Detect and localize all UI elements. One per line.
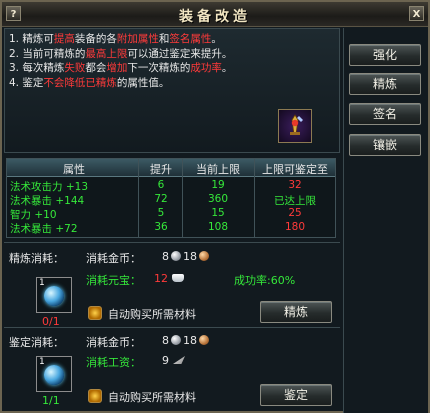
gold-cost-value: 8 18: [162, 250, 211, 263]
row-increase: 6: [157, 179, 165, 191]
refine-material-slot[interactable]: 1: [36, 277, 72, 313]
title-bar[interactable]: ? 装备改造 X: [2, 2, 428, 27]
refine-auto-buy-checkbox[interactable]: [88, 306, 102, 320]
appraise-cost-label: 鉴定消耗：: [9, 336, 64, 349]
tip-line: 2. 当前可精炼的最高上限可以通过鉴定来提升。: [9, 47, 232, 62]
tip-text: 附加属性: [116, 33, 159, 45]
copper-amount: 18: [183, 250, 197, 263]
tip-text: 成功率: [190, 62, 222, 74]
tip-text: 下一次精炼的: [127, 62, 191, 74]
yuanbao-cost-value: 12: [154, 272, 184, 285]
tip-text: 的属性值。: [116, 76, 170, 89]
silver-coin-icon: [171, 251, 181, 261]
appraise-material-count: 1/1: [42, 394, 60, 407]
wage-cost-label: 消耗工资：: [86, 356, 141, 369]
row-appraise-max: 32: [288, 179, 302, 191]
appraise-auto-buy-checkbox[interactable]: [88, 389, 102, 403]
silver-amount: 8: [162, 334, 169, 347]
equipment-modify-window: ? 装备改造 X 1. 精炼可提高装备的各附加属性和签名属性。 2. 当前可精炼的…: [0, 0, 430, 413]
tip-text: 3. 每次精炼: [9, 62, 65, 74]
appraise-section: 鉴定消耗： 1 1/1 消耗金币： 8 18 消耗工资： 9 自动购买所需材料 鉴…: [4, 327, 340, 411]
tab-inlay[interactable]: 镶嵌: [349, 134, 421, 156]
gold-cost-label: 消耗金币：: [86, 252, 141, 265]
refine-section: 精炼消耗： 1 0/1 消耗金币： 8 18 消耗元宝： 12 成功率:60% 自…: [4, 242, 340, 328]
gold-cost-value: 8 18: [162, 334, 211, 347]
silver-coin-icon: [171, 335, 181, 345]
tip-text: 增加: [106, 62, 128, 74]
row-increase: 72: [154, 193, 168, 205]
refine-cost-label: 精炼消耗：: [9, 252, 64, 265]
row-current-cap: 108: [207, 221, 229, 233]
row-increase: 36: [154, 221, 168, 233]
tips-list: 1. 精炼可提高装备的各附加属性和签名属性。 2. 当前可精炼的最高上限可以通过鉴…: [9, 32, 232, 90]
close-button[interactable]: X: [409, 6, 424, 21]
row-appraise-max: 180: [284, 221, 306, 233]
appraise-auto-buy-label: 自动购买所需材料: [108, 391, 196, 404]
tab-strengthen[interactable]: 强化: [349, 44, 421, 66]
appraise-material-slot[interactable]: 1: [36, 356, 72, 392]
window-title: 装备改造: [179, 9, 251, 25]
tip-text: 装备的各: [74, 33, 117, 45]
row-current-cap: 15: [211, 207, 225, 219]
header-increase: 提升: [150, 163, 172, 176]
tab-refine[interactable]: 精炼: [349, 73, 421, 95]
equipment-item-slot[interactable]: [278, 109, 312, 143]
wage-cost-value: 9: [162, 354, 185, 367]
tip-text: 都会: [85, 62, 107, 74]
refine-stone-icon: [44, 286, 64, 306]
tip-text: 。: [211, 33, 222, 45]
row-increase: 5: [157, 207, 165, 219]
slot-number: 1: [39, 278, 45, 288]
tip-text: 最高上限: [85, 47, 128, 60]
yuanbao-cost-label: 消耗元宝：: [86, 274, 141, 287]
wage-icon: [173, 356, 185, 364]
refine-button[interactable]: 精炼: [260, 301, 332, 323]
tip-line: 3. 每次精炼失败都会增加下一次精炼的成功率。: [9, 61, 232, 76]
yuanbao-icon: [172, 274, 184, 282]
row-current-cap: 360: [207, 193, 229, 205]
row-current-cap: 19: [211, 179, 225, 191]
appraise-button[interactable]: 鉴定: [260, 384, 332, 406]
slot-number: 1: [39, 357, 45, 367]
header-appraise-max: 上限可鉴定至: [262, 163, 328, 176]
tip-text: 失败: [64, 62, 86, 74]
tip-line: 4. 鉴定不会降低已精炼的属性值。: [9, 76, 232, 91]
wage-amount: 9: [162, 354, 169, 367]
table-row[interactable]: 法术暴击 +144 72 360 已达上限: [7, 192, 335, 207]
tip-text: 和: [158, 33, 170, 45]
weapon-icon: [290, 114, 303, 135]
attribute-table: 属性 提升 当前上限 上限可鉴定至 法术攻击力 +13 6 19 32 法术暴击…: [6, 158, 336, 238]
tip-text: 。: [221, 62, 233, 74]
tip-text: 签名属性: [169, 33, 212, 45]
copper-coin-icon: [199, 251, 209, 261]
tip-text: 不会降低已精炼: [43, 76, 117, 89]
table-header: 属性 提升 当前上限 上限可鉴定至: [7, 159, 335, 177]
header-attribute: 属性: [63, 163, 85, 176]
tip-text: 1. 精炼可: [9, 33, 54, 45]
tip-text: 提高: [53, 33, 75, 45]
copper-amount: 18: [183, 334, 197, 347]
refine-auto-buy-label: 自动购买所需材料: [108, 308, 196, 321]
tip-text: 2. 当前可精炼的: [9, 47, 86, 60]
row-attribute: 法术暴击 +72: [10, 223, 78, 235]
table-row[interactable]: 法术暴击 +72 36 108 180: [7, 220, 335, 235]
appraise-stone-icon: [44, 365, 64, 385]
copper-coin-icon: [199, 335, 209, 345]
tab-sign[interactable]: 签名: [349, 103, 421, 125]
yuanbao-amount: 12: [154, 272, 168, 285]
row-appraise-max: 25: [288, 207, 302, 219]
success-rate: 成功率:60%: [234, 274, 296, 287]
gold-cost-label: 消耗金币：: [86, 336, 141, 349]
tip-text: 可以通过鉴定来提升。: [127, 47, 233, 60]
header-current-cap: 当前上限: [196, 163, 240, 176]
tip-line: 1. 精炼可提高装备的各附加属性和签名属性。: [9, 32, 232, 47]
table-row[interactable]: 法术攻击力 +13 6 19 32: [7, 178, 335, 193]
silver-amount: 8: [162, 250, 169, 263]
tip-text: 4. 鉴定: [9, 76, 44, 89]
table-row[interactable]: 智力 +10 5 15 25: [7, 206, 335, 221]
